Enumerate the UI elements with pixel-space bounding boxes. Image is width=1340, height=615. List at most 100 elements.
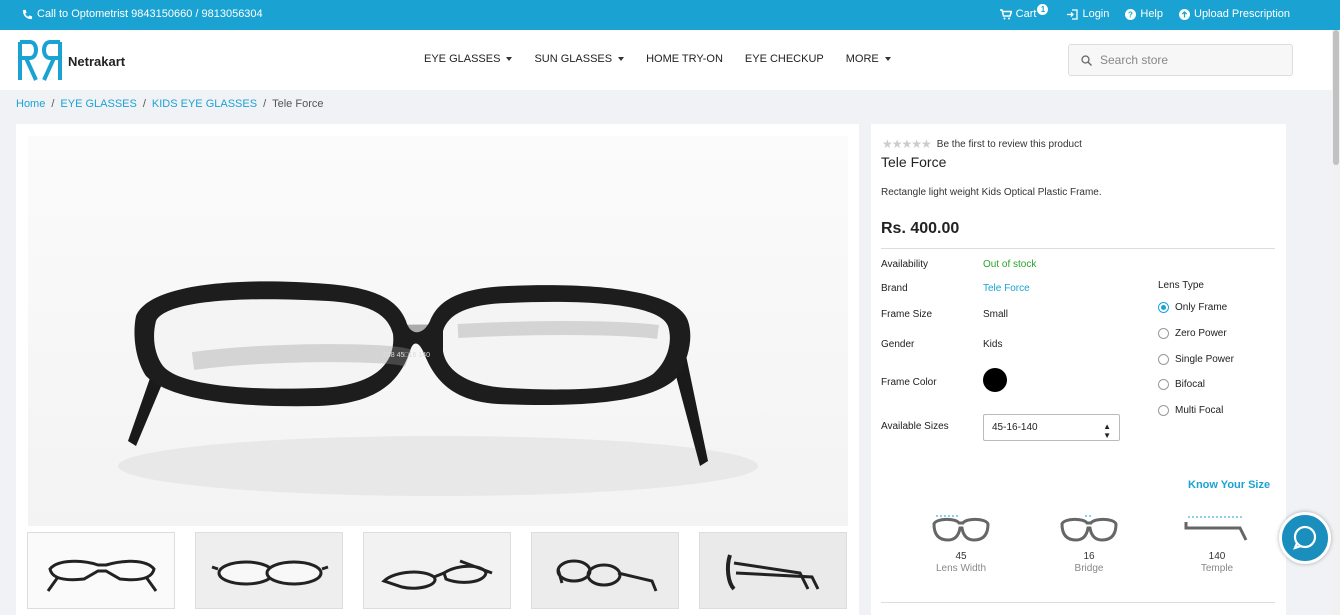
thumbnail-image: [28, 533, 174, 608]
breadcrumb-separator: /: [51, 98, 55, 110]
radio-selected-icon[interactable]: [1158, 302, 1169, 313]
eyeglasses-photo: 238 45□16 140: [118, 281, 758, 496]
bridge-value: 16: [1083, 551, 1095, 562]
gender-label: Gender: [881, 339, 915, 350]
available-sizes-label: Available Sizes: [881, 421, 949, 432]
upload-prescription-link[interactable]: Upload Prescription: [1179, 8, 1290, 20]
page-scrollbar[interactable]: [1332, 30, 1340, 615]
lens-type-title: Lens Type: [1158, 280, 1204, 291]
search-box[interactable]: Search store: [1068, 44, 1293, 76]
frame-size-label: Frame Size: [881, 309, 933, 320]
logo[interactable]: Netrakart: [16, 38, 125, 84]
cart-count-badge: 1: [1037, 3, 1049, 15]
size-select[interactable]: 45-16-140 ▲ ▼: [983, 414, 1120, 441]
lens-width-value: 45: [955, 551, 967, 562]
breadcrumb-separator: /: [263, 98, 267, 110]
lens-option-single-power[interactable]: Single Power: [1158, 354, 1234, 365]
nav-home-try-on[interactable]: HOME TRY-ON: [646, 53, 723, 65]
thumbnail-strip: [27, 532, 847, 609]
lens-option-only-frame[interactable]: Only Frame: [1158, 302, 1227, 313]
thumbnail-image: [532, 533, 678, 608]
lens-option-label: Bifocal: [1175, 379, 1206, 390]
brand-link[interactable]: Tele Force: [983, 283, 1030, 294]
frame-color-swatch[interactable]: [983, 368, 1007, 392]
size-select-value: 45-16-140: [992, 422, 1038, 433]
login-link[interactable]: Login: [1067, 8, 1109, 20]
breadcrumb-kids-eye-glasses[interactable]: KIDS EYE GLASSES: [152, 98, 257, 110]
radio-icon[interactable]: [1158, 405, 1169, 416]
phone-icon: [22, 9, 33, 19]
measurement-bridge: 16 Bridge: [1049, 514, 1129, 574]
search-input[interactable]: Search store: [1100, 53, 1168, 67]
radio-icon[interactable]: [1158, 379, 1169, 390]
netrakart-logo-icon: [18, 40, 62, 81]
main-nav: EYE GLASSES SUN GLASSES HOME TRY-ON EYE …: [424, 53, 891, 65]
lens-option-label: Single Power: [1175, 354, 1234, 365]
nav-eye-glasses[interactable]: EYE GLASSES: [424, 53, 513, 65]
thumbnail-2[interactable]: [195, 532, 343, 609]
product-description: Rectangle light weight Kids Optical Plas…: [881, 187, 1102, 198]
frame-print-text: 238 45□16 140: [383, 352, 430, 359]
nav-home-try-on-label: HOME TRY-ON: [646, 53, 723, 65]
svg-text:?: ?: [1128, 10, 1133, 19]
breadcrumb: Home / EYE GLASSES / KIDS EYE GLASSES / …: [16, 98, 323, 110]
lens-option-bifocal[interactable]: Bifocal: [1158, 379, 1205, 390]
help-link[interactable]: ? Help: [1125, 8, 1163, 20]
login-label: Login: [1082, 8, 1110, 20]
thumbnail-1[interactable]: [27, 532, 175, 609]
product-title: Tele Force: [881, 154, 947, 170]
main-product-image[interactable]: 238 45□16 140: [28, 136, 848, 526]
availability-value: Out of stock: [983, 259, 1037, 270]
upload-icon: [1179, 8, 1190, 20]
chevron-down-icon: [618, 57, 625, 61]
lens-width-label: Lens Width: [935, 563, 987, 574]
upload-label: Upload Prescription: [1194, 8, 1290, 20]
gender-value: Kids: [983, 339, 1003, 350]
star-rating-icon[interactable]: ★★★★★: [882, 137, 932, 151]
rating-row: ★★★★★ Be the first to review this produc…: [882, 137, 1082, 151]
brand-label: Brand: [881, 283, 908, 294]
lens-option-multi-focal[interactable]: Multi Focal: [1158, 405, 1223, 416]
product-price: Rs. 400.00: [881, 220, 960, 237]
cart-link[interactable]: Cart 1: [999, 3, 1052, 20]
radio-icon[interactable]: [1158, 354, 1169, 365]
thumbnail-3[interactable]: [363, 532, 511, 609]
product-gallery: 238 45□16 140: [16, 124, 859, 615]
thumbnail-4[interactable]: [531, 532, 679, 609]
chevron-down-icon: [884, 57, 891, 61]
nav-eye-checkup[interactable]: EYE CHECKUP: [745, 53, 824, 65]
scrollbar-thumb[interactable]: [1333, 30, 1339, 165]
chevron-down-icon: [506, 57, 513, 61]
nav-more[interactable]: MORE: [846, 53, 891, 65]
lens-width-icon: [932, 515, 990, 542]
nav-eye-glasses-label: EYE GLASSES: [424, 53, 501, 65]
frame-color-label: Frame Color: [881, 377, 937, 388]
call-optometrist[interactable]: Call to Optometrist 9843150660 / 9813056…: [22, 8, 263, 20]
temple-label: Temple: [1200, 563, 1234, 574]
thumbnail-5[interactable]: [699, 532, 847, 609]
divider: [881, 248, 1275, 249]
thumbnail-image: [700, 533, 846, 608]
breadcrumb-eye-glasses[interactable]: EYE GLASSES: [60, 98, 136, 110]
help-icon: ?: [1125, 8, 1137, 20]
measurement-lens-width: 45 Lens Width: [921, 514, 1001, 574]
know-your-size-link[interactable]: Know Your Size: [1188, 479, 1270, 491]
nav-sun-glasses[interactable]: SUN GLASSES: [534, 53, 625, 65]
chat-button[interactable]: [1279, 512, 1331, 564]
nav-sun-glasses-label: SUN GLASSES: [534, 53, 613, 65]
radio-icon[interactable]: [1158, 328, 1169, 339]
thumbnail-image: [364, 533, 510, 608]
divider: [881, 602, 1275, 603]
login-icon: [1067, 8, 1079, 20]
call-text: Call to Optometrist 9843150660 / 9813056…: [37, 8, 263, 20]
select-arrows-icon: ▲ ▼: [1103, 422, 1111, 440]
lens-option-label: Multi Focal: [1175, 405, 1224, 416]
top-bar: Call to Optometrist 9843150660 / 9813056…: [0, 0, 1340, 30]
cart-icon: [999, 8, 1012, 19]
chat-bubble-icon: [1293, 525, 1317, 550]
lens-option-zero-power[interactable]: Zero Power: [1158, 328, 1227, 339]
help-label: Help: [1140, 8, 1163, 20]
review-prompt[interactable]: Be the first to review this product: [937, 139, 1082, 150]
measurement-temple: 140 Temple: [1177, 514, 1257, 574]
breadcrumb-home[interactable]: Home: [16, 98, 45, 110]
